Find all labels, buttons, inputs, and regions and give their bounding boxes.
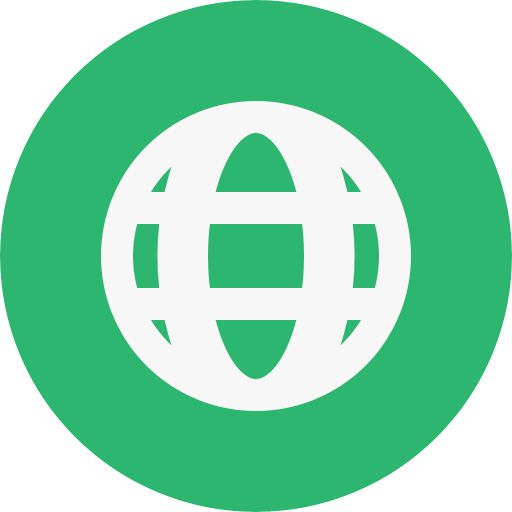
globe-badge — [0, 0, 512, 512]
app-icon — [0, 0, 512, 512]
icon-background — [0, 0, 512, 512]
globe-icon — [0, 0, 512, 512]
